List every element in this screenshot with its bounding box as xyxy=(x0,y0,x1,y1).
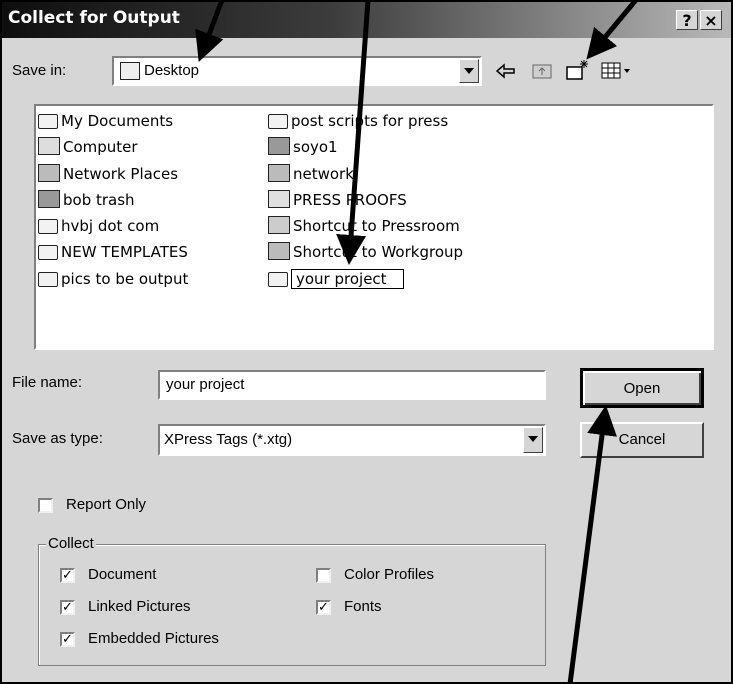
arrow-to-open-button xyxy=(567,405,617,684)
arrow-to-new-folder xyxy=(586,0,638,60)
arrow-to-your-project xyxy=(336,0,371,265)
arrow-to-save-in xyxy=(195,0,225,63)
callout-arrows xyxy=(195,0,638,684)
